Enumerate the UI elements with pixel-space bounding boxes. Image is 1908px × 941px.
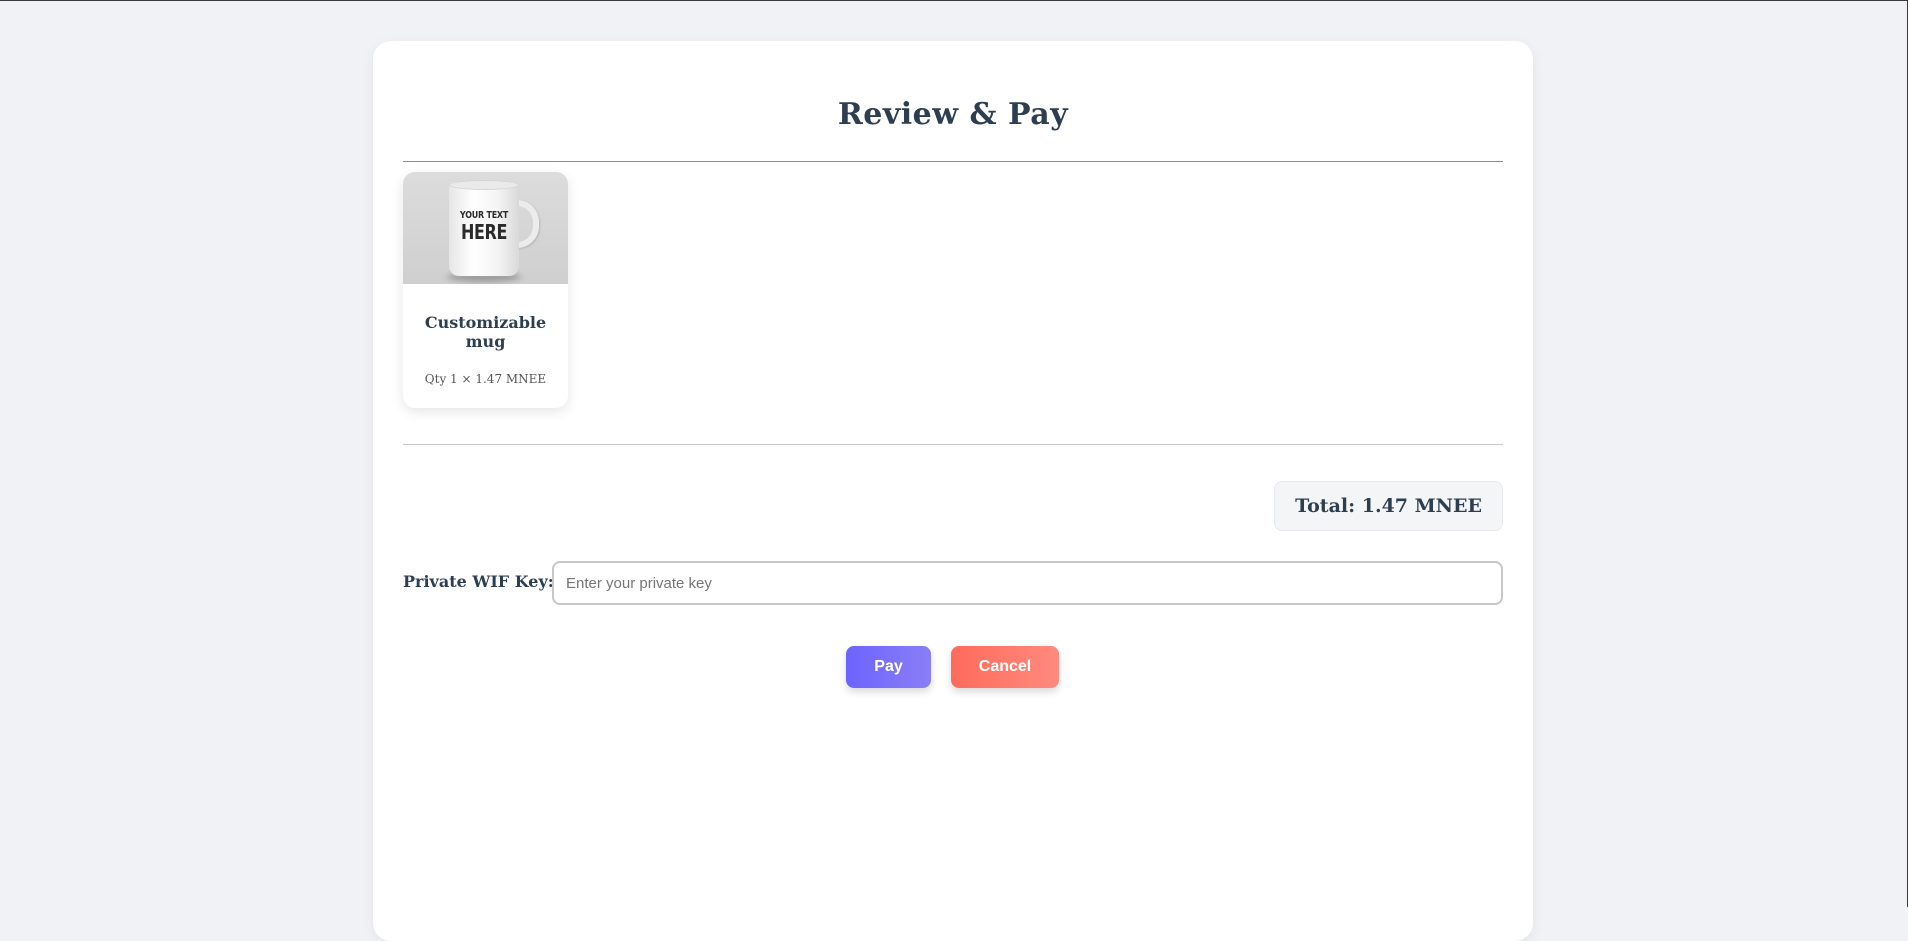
items-divider [403, 444, 1503, 445]
page-title: Review & Pay [837, 97, 1069, 132]
title-divider [403, 161, 1503, 162]
cancel-button[interactable]: Cancel [951, 646, 1059, 688]
window-top-border [0, 0, 1908, 1]
cart-item-card: YOUR TEXT HERE Customizable mug Qty 1 × … [403, 172, 568, 408]
item-quantity-price: Qty 1 × 1.47 MNEE [424, 372, 547, 386]
order-total: Total: 1.47 MNEE [1274, 481, 1503, 531]
pay-button[interactable]: Pay [846, 646, 931, 688]
checkout-card: Review & Pay YOUR TEXT HERE Customizable… [373, 41, 1533, 941]
mug-rim [449, 180, 519, 190]
mug-product-image: YOUR TEXT HERE [403, 172, 568, 284]
wif-key-label: Private WIF Key: [403, 572, 554, 591]
mug-print-text-line2: HERE [461, 220, 507, 244]
wif-key-input[interactable] [552, 561, 1503, 605]
item-name: Customizable mug [424, 313, 547, 351]
